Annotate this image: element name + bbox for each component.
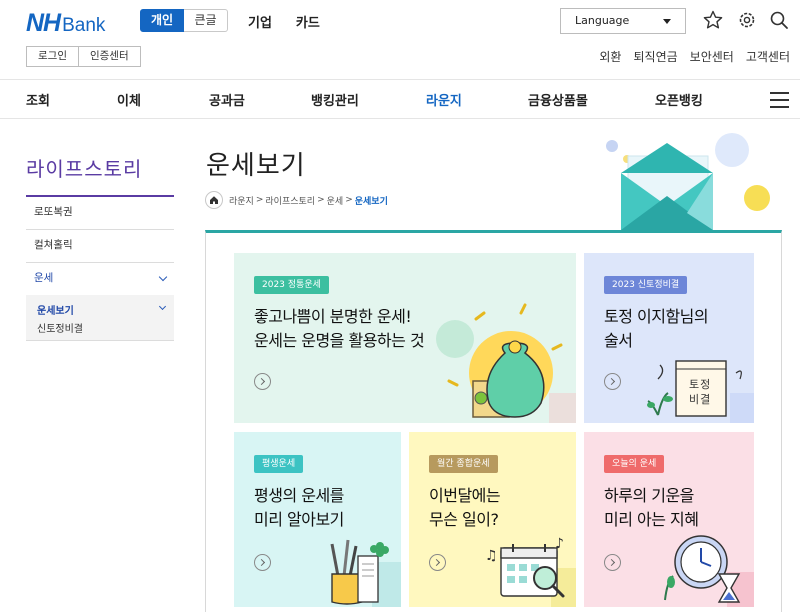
page-title: 운세보기: [206, 151, 306, 181]
menu-icon[interactable]: [770, 92, 789, 113]
lnb-item-label: 컬쳐홀릭: [34, 239, 73, 251]
card-lifetime-fortune[interactable]: 평생운세 평생의 운세를 미리 알아보기: [234, 432, 401, 607]
card-tag: 월간 종합운세: [429, 455, 498, 473]
pencil-holder-icon: [330, 539, 401, 607]
breadcrumb-item[interactable]: 라운지: [229, 194, 254, 207]
lnb-item-lotto[interactable]: 로또복권: [26, 197, 174, 230]
mode-switch: 개인 큰글: [140, 9, 228, 32]
card-title: 좋고나쁨이 분명한 운세! 운세는 운명을 활용하는 것: [254, 307, 425, 350]
utility-links: 외환 퇴직연금 보안센터 고객센터: [599, 48, 790, 65]
util-link-support[interactable]: 고객센터: [746, 48, 790, 65]
card-title: 평생의 운세를 미리 알아보기: [254, 486, 344, 529]
main-nav: 조회 이체 공과금 뱅킹관리 라운지 금융상품몰 오픈뱅킹: [0, 90, 800, 110]
arrow-right-icon[interactable]: [429, 554, 446, 571]
arrow-right-icon[interactable]: [254, 373, 271, 390]
card-tojeong[interactable]: 2023 신토정비결 토정 이지함님의 술서 토정 비결: [584, 253, 754, 423]
card-title: 하루의 기운을 미리 아는 지혜: [604, 486, 699, 529]
fortune-panel: 2023 정통운세 좋고나쁨이 분명한 운세! 운세는 운명을 활용하는 것 2…: [205, 230, 782, 612]
util-link-forex[interactable]: 외환: [599, 48, 621, 65]
breadcrumb: 라운지 > 라이프스토리 > 운세 > 운세보기: [205, 191, 388, 209]
personal-mode-button[interactable]: 개인: [140, 9, 184, 32]
main-nav-lounge[interactable]: 라운지: [426, 90, 462, 109]
language-select[interactable]: Language: [560, 8, 686, 34]
arrow-right-icon[interactable]: [254, 554, 271, 571]
main-nav-open-banking[interactable]: 오픈뱅킹: [655, 90, 703, 109]
card-tag: 오늘의 운세: [604, 455, 665, 473]
logo-bank: Bank: [62, 15, 106, 36]
card-monthly-fortune[interactable]: 월간 종합운세 이번달에는 무슨 일이? ♫ ♪: [409, 432, 576, 607]
clock-hourglass-icon: [664, 535, 754, 607]
lnb-submenu: 운세보기 신토정비결: [26, 295, 174, 341]
star-icon[interactable]: [703, 10, 723, 30]
money-bag-icon: [436, 303, 576, 423]
caret-down-icon: [663, 19, 671, 24]
cert-center-button[interactable]: 인증센터: [77, 47, 140, 66]
lnb-title: 라이프스토리: [26, 157, 143, 181]
language-select-label: Language: [575, 14, 630, 27]
lnb-item-culture[interactable]: 컬쳐홀릭: [26, 230, 174, 263]
calendar-icon: ♫ ♪: [485, 536, 576, 607]
top-nav-business[interactable]: 기업: [248, 12, 272, 31]
svg-text:♫: ♫: [485, 548, 498, 564]
main-nav-banking-mgmt[interactable]: 뱅킹관리: [311, 90, 359, 109]
gear-icon[interactable]: [737, 10, 757, 30]
lnb-item-fortune[interactable]: 운세: [26, 263, 174, 296]
search-icon[interactable]: [769, 10, 789, 30]
home-icon[interactable]: [205, 191, 223, 209]
chevron-down-icon: [158, 272, 168, 282]
card-tag: 2023 정통운세: [254, 276, 329, 294]
nh-bank-logo[interactable]: NH Bank: [26, 9, 105, 37]
card-tag: 2023 신토정비결: [604, 276, 688, 294]
main-nav-utilities[interactable]: 공과금: [209, 90, 245, 109]
login-box: 로그인 인증센터: [26, 46, 141, 67]
lnb-item-label: 운세: [34, 272, 54, 284]
top-nav-card[interactable]: 카드: [296, 12, 320, 31]
nav-divider: [0, 118, 800, 119]
top-nav: 기업 카드: [248, 12, 320, 31]
card-annual-fortune[interactable]: 2023 정통운세 좋고나쁨이 분명한 운세! 운세는 운명을 활용하는 것: [234, 253, 576, 423]
util-link-pension[interactable]: 퇴직연금: [633, 48, 677, 65]
large-text-mode-button[interactable]: 큰글: [184, 9, 228, 32]
card-tag: 평생운세: [254, 455, 304, 473]
card-title: 토정 이지함님의 술서: [604, 307, 709, 350]
logo-nh: NH: [26, 9, 61, 37]
lnb-sub-fortune-view[interactable]: 운세보기: [37, 302, 74, 317]
main-nav-product-mall[interactable]: 금융상품몰: [528, 90, 588, 109]
card-title: 이번달에는 무슨 일이?: [429, 486, 501, 529]
breadcrumb-item[interactable]: 운세: [327, 194, 344, 207]
main-nav-transfer[interactable]: 이체: [117, 90, 141, 109]
login-button[interactable]: 로그인: [27, 47, 78, 66]
envelope-illustration: [606, 133, 770, 230]
main-nav-inquiry[interactable]: 조회: [26, 90, 50, 109]
breadcrumb-current: 운세보기: [354, 196, 388, 207]
page: NH Bank 개인 큰글 기업 카드 Language 로그인 인증센터 외환…: [0, 0, 800, 612]
card-daily-fortune[interactable]: 오늘의 운세 하루의 기운을 미리 아는 지혜: [584, 432, 754, 607]
breadcrumb-item[interactable]: 라이프스토리: [265, 194, 315, 207]
chevron-down-icon: [158, 302, 167, 311]
arrow-right-icon[interactable]: [604, 554, 621, 571]
lnb-item-label: 로또복권: [34, 206, 73, 218]
util-link-security[interactable]: 보안센터: [690, 48, 734, 65]
header-divider: [0, 79, 800, 80]
lnb-sub-tojeong[interactable]: 신토정비결: [37, 320, 83, 335]
book-label: 토정 비결: [689, 378, 712, 406]
arrow-right-icon[interactable]: [604, 373, 621, 390]
